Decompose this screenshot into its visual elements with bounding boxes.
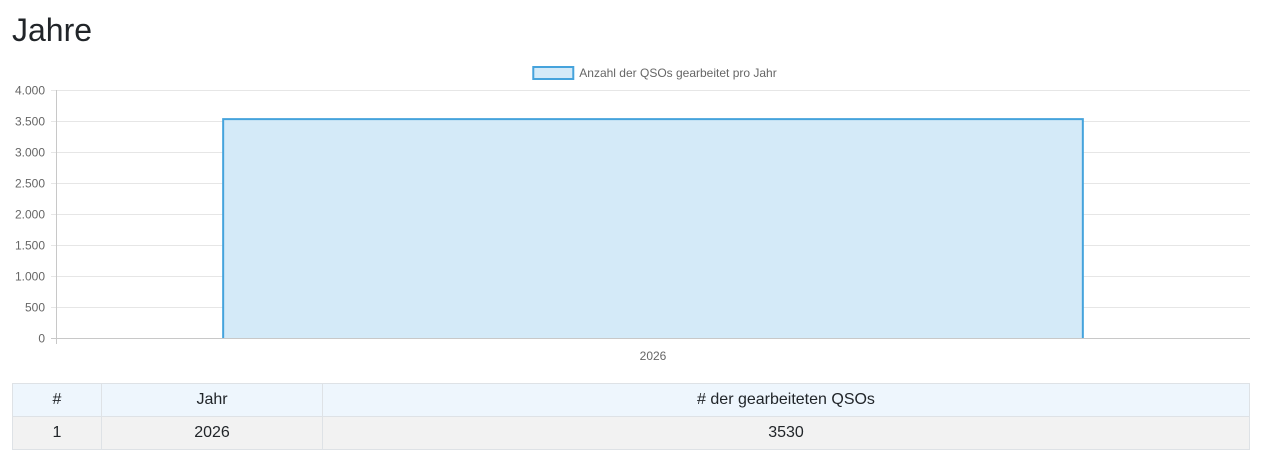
qso-per-year-chart: 05001.0001.5002.0002.5003.0003.5004.000 … [15,66,1250,363]
y-tick-label: 2.000 [15,208,45,222]
chart-legend[interactable]: Anzahl der QSOs gearbeitet pro Jahr [532,66,777,80]
cell-qso-count: 3530 [322,416,1250,450]
x-axis-ticks: 2026 [640,349,667,363]
legend-swatch[interactable] [532,66,575,80]
y-tick-label: 4.000 [15,84,45,98]
y-tick-label: 500 [25,301,45,315]
table-row: 1 2026 3530 [12,416,1250,450]
header-index[interactable]: # [12,383,102,417]
y-tick-label: 0 [38,332,45,346]
header-qso-count[interactable]: # der gearbeiteten QSOs [322,383,1250,417]
y-tick-label: 3.500 [15,115,45,129]
y-tick-label: 1.000 [15,270,45,284]
y-tick-label: 1.500 [15,239,45,253]
header-year[interactable]: Jahr [101,383,323,417]
cell-year: 2026 [101,416,323,450]
table-header-row: # Jahr # der gearbeiteten QSOs [12,383,1250,417]
bar-2026[interactable] [223,119,1083,338]
x-tick-label: 2026 [640,349,667,363]
y-tick-label: 2.500 [15,177,45,191]
bars [222,118,1084,338]
y-tick-label: 3.000 [15,146,45,160]
cell-index: 1 [12,416,102,450]
year-stats-table: # Jahr # der gearbeiteten QSOs 1 2026 35… [12,383,1250,450]
y-axis-ticks: 0 500 1.000 1.500 2.000 2.500 3.000 3.500 4.000 [15,84,45,346]
legend-label[interactable]: Anzahl der QSOs gearbeitet pro Jahr [579,66,776,80]
